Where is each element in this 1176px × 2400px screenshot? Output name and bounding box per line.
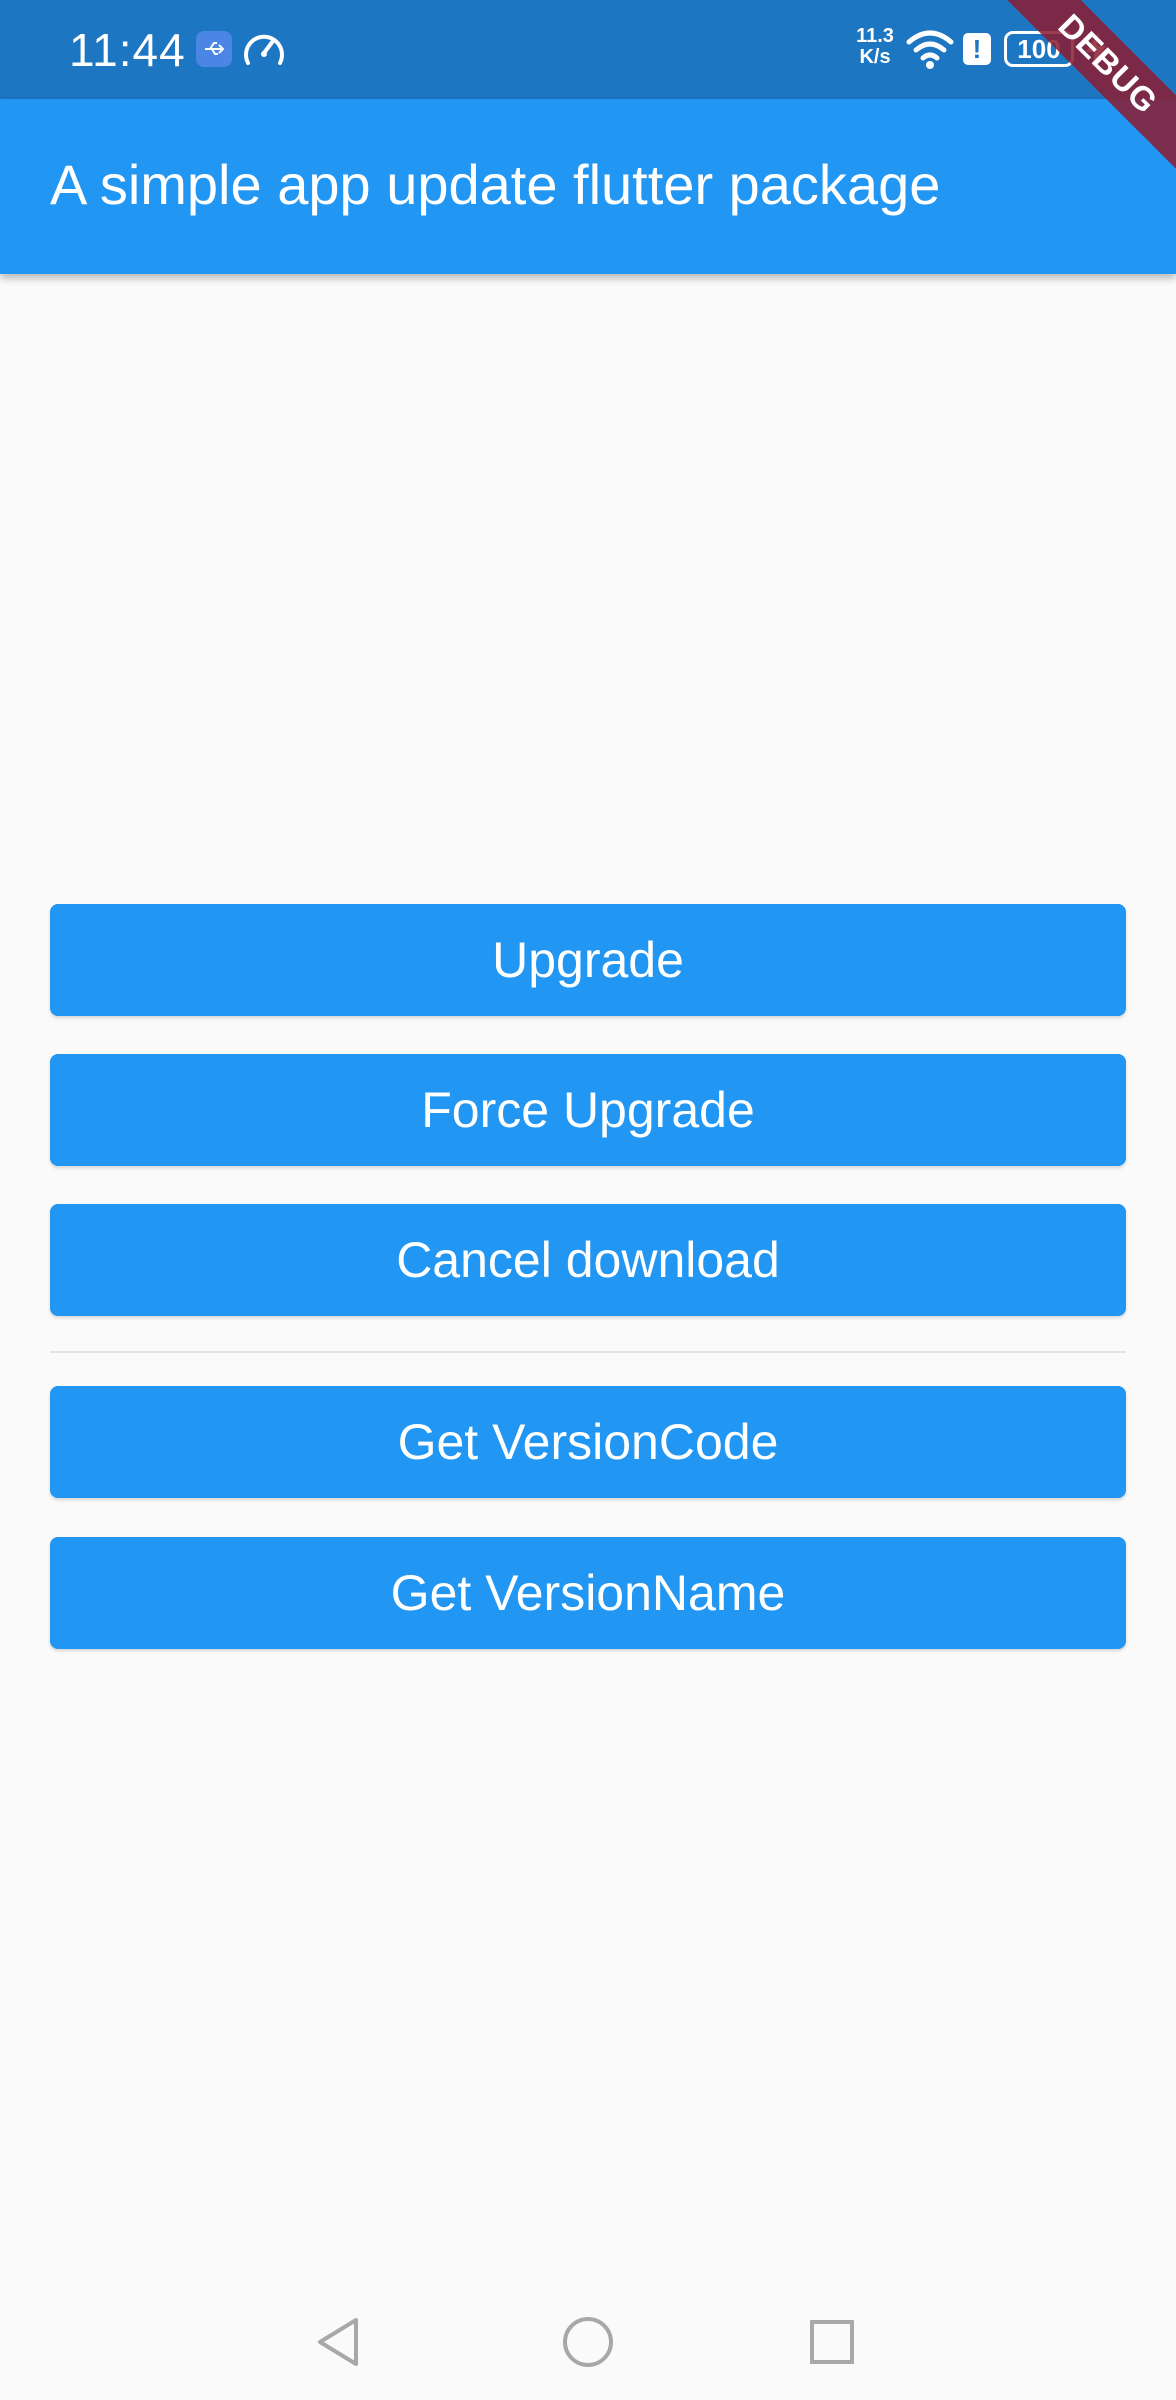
page-title: A simple app update flutter package	[50, 153, 941, 216]
force-upgrade-button[interactable]: Force Upgrade	[50, 1054, 1126, 1166]
status-bar: 11:44 11.3 K/s ! 100	[0, 0, 1176, 99]
usb-icon	[196, 31, 232, 67]
alert-icon: !	[963, 33, 991, 65]
upgrade-button[interactable]: Upgrade	[50, 904, 1126, 1016]
net-speed-value: 11.3	[856, 25, 894, 47]
net-speed-indicator: 11.3 K/s	[849, 26, 901, 68]
back-icon[interactable]	[312, 2314, 364, 2370]
app-bar: A simple app update flutter package	[0, 99, 1176, 274]
divider	[50, 1351, 1126, 1353]
get-version-code-button[interactable]: Get VersionCode	[50, 1386, 1126, 1498]
status-time: 11:44	[69, 24, 186, 76]
get-version-name-button[interactable]: Get VersionName	[50, 1537, 1126, 1649]
wifi-icon	[905, 28, 955, 70]
speed-gauge-icon	[242, 29, 286, 69]
recents-icon[interactable]	[808, 2316, 856, 2368]
net-speed-unit: K/s	[859, 46, 891, 68]
home-icon[interactable]	[560, 2314, 616, 2370]
cancel-download-button[interactable]: Cancel download	[50, 1204, 1126, 1316]
